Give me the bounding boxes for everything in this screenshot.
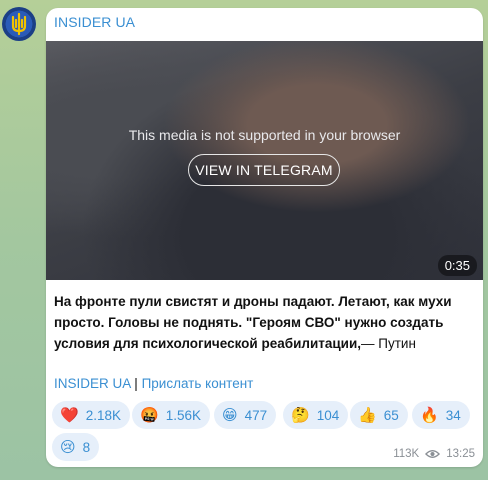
thumbs-up-icon: 👍 xyxy=(358,406,377,424)
crying-face-icon: 😢 xyxy=(60,438,76,456)
video-duration: 0:35 xyxy=(437,255,477,276)
reaction-count: 477 xyxy=(244,407,268,423)
reaction-count: 65 xyxy=(383,407,399,423)
view-count: 113K xyxy=(393,448,420,460)
video-preview[interactable]: This media is not supported in your brow… xyxy=(46,41,483,280)
post-text: На фронте пули свистят и дроны падают. Л… xyxy=(54,291,474,354)
view-in-telegram-button[interactable]: VIEW IN TELEGRAM xyxy=(188,154,340,186)
reaction-heart[interactable]: ❤️ 2.18K xyxy=(52,401,130,429)
grin-face-icon: 😁 xyxy=(222,406,238,424)
message-bubble: INSIDER UA This media is not supported i… xyxy=(46,8,483,467)
unsupported-media-message: This media is not supported in your brow… xyxy=(128,127,401,143)
reaction-crying[interactable]: 😢 8 xyxy=(52,433,100,461)
channel-name[interactable]: INSIDER UA xyxy=(54,14,135,30)
reaction-count: 1.56K xyxy=(165,407,201,423)
post-links: INSIDER UA | Прислать контент xyxy=(54,376,253,391)
reaction-angry[interactable]: 🤬 1.56K xyxy=(132,401,210,429)
angry-face-icon: 🤬 xyxy=(140,406,159,424)
reaction-count: 8 xyxy=(82,439,91,455)
eye-icon xyxy=(425,450,441,458)
channel-link[interactable]: INSIDER UA xyxy=(54,376,131,391)
post-attribution: — Путин xyxy=(361,336,416,351)
reaction-count: 34 xyxy=(445,407,461,423)
channel-avatar[interactable] xyxy=(2,7,36,41)
message-time: 13:25 xyxy=(446,448,475,460)
thinking-face-icon: 🤔 xyxy=(291,406,310,424)
link-separator: | xyxy=(134,376,138,391)
message-meta: 113K 13:25 xyxy=(393,448,475,460)
reaction-thumbs-up[interactable]: 👍 65 xyxy=(350,401,408,429)
trident-icon xyxy=(11,12,27,36)
reaction-fire[interactable]: 🔥 34 xyxy=(412,401,470,429)
fire-icon: 🔥 xyxy=(420,406,439,424)
reaction-count: 2.18K xyxy=(85,407,121,423)
reaction-count: 104 xyxy=(316,407,340,423)
submit-content-link[interactable]: Прислать контент xyxy=(142,376,254,391)
heart-icon: ❤️ xyxy=(60,406,79,424)
reaction-thinking[interactable]: 🤔 104 xyxy=(283,401,349,429)
reaction-grin[interactable]: 😁 477 xyxy=(214,401,277,429)
